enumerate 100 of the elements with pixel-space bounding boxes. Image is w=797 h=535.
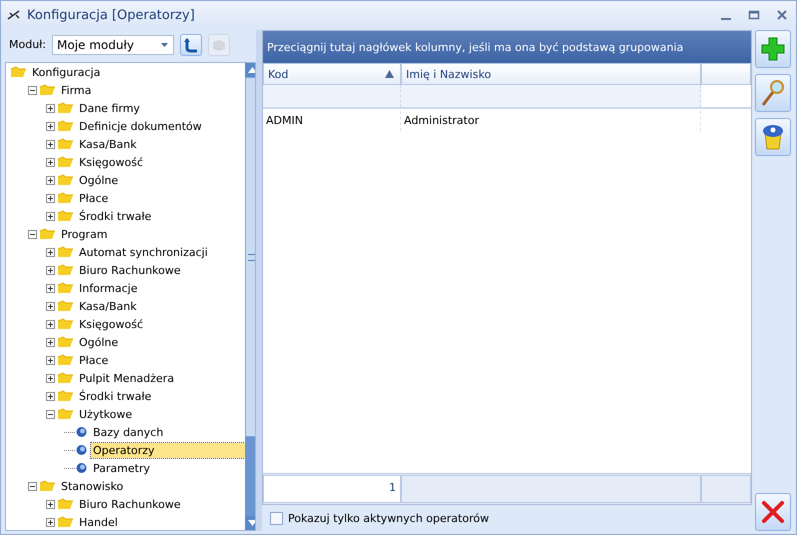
tree-item[interactable]: Środki trwałe <box>77 208 154 224</box>
cross-icon <box>761 500 786 524</box>
tree-item[interactable]: Pulpit Menadżera <box>77 370 176 386</box>
expander-icon[interactable] <box>46 410 55 418</box>
expander-icon[interactable] <box>46 302 55 310</box>
checkbox[interactable] <box>270 512 283 524</box>
table-cell: ADMIN <box>262 111 401 131</box>
dropdown-arrow-icon <box>161 43 168 47</box>
folder-icon <box>39 84 56 96</box>
table-cell: Administrator <box>400 111 701 131</box>
tree-item[interactable]: Program <box>59 226 110 242</box>
expander-icon[interactable] <box>28 482 37 490</box>
folder-icon <box>57 336 74 348</box>
folder-icon <box>57 516 74 528</box>
tree-item[interactable]: Handel <box>77 514 120 530</box>
search-button[interactable] <box>755 74 792 112</box>
folder-icon <box>57 138 74 150</box>
tree-item[interactable]: Płace <box>77 190 110 206</box>
filter-cell[interactable] <box>400 85 701 107</box>
tree-item[interactable]: Płace <box>77 352 110 368</box>
tree-item[interactable]: Księgowość <box>77 154 145 170</box>
tree-item[interactable]: Kasa/Bank <box>77 298 139 314</box>
folder-icon <box>57 156 74 168</box>
expander-icon[interactable] <box>46 500 55 508</box>
bin-icon <box>761 123 786 151</box>
expander-icon[interactable] <box>46 176 55 184</box>
folder-icon <box>57 264 74 276</box>
folder-icon <box>57 246 74 258</box>
maximize-icon[interactable] <box>748 9 760 21</box>
expander-icon[interactable] <box>28 230 37 238</box>
folder-icon <box>39 480 56 492</box>
folder-icon <box>57 192 74 204</box>
expander-icon[interactable] <box>46 158 55 166</box>
delete-button[interactable] <box>755 118 792 156</box>
tree-item[interactable]: Dane firmy <box>77 100 142 116</box>
expander-icon[interactable] <box>46 248 55 256</box>
expander-icon[interactable] <box>46 104 55 112</box>
expander-icon[interactable] <box>46 122 55 130</box>
expander-icon[interactable] <box>46 212 55 220</box>
tree-item[interactable]: Operatorzy <box>91 442 245 458</box>
folder-icon <box>57 102 74 114</box>
folder-icon <box>57 282 74 294</box>
tree-item[interactable]: Konfiguracja <box>30 64 102 80</box>
close-button[interactable] <box>755 493 792 531</box>
magnifier-icon <box>760 79 786 107</box>
folder-icon <box>57 210 74 222</box>
module-dropdown[interactable]: Moje moduły <box>52 35 174 55</box>
expander-icon[interactable] <box>46 320 55 328</box>
expander-icon[interactable] <box>28 86 37 94</box>
tree-item[interactable]: Stanowisko <box>59 478 126 494</box>
group-hint: Przeciągnij tutaj nagłówek kolumny, jeśli ma ona być podstawą grupowania <box>266 40 684 54</box>
folder-icon <box>57 354 74 366</box>
filter-cell[interactable] <box>262 85 401 107</box>
tools-icon <box>7 9 21 21</box>
expander-icon[interactable] <box>46 518 55 526</box>
tree-item[interactable]: Bazy danych <box>91 424 166 440</box>
folder-icon <box>10 66 27 78</box>
column-header[interactable]: Kod <box>262 63 401 85</box>
expander-icon[interactable] <box>46 338 55 346</box>
window-title: Konfiguracja [Operatorzy] <box>27 8 195 22</box>
tree-item[interactable]: Użytkowe <box>77 406 134 422</box>
column-header[interactable]: Imię i Nazwisko <box>400 63 701 85</box>
folder-icon <box>57 372 74 384</box>
record-count: 1 <box>262 475 401 503</box>
folder-icon <box>57 318 74 330</box>
sort-ascending-icon <box>384 70 394 78</box>
module-label: Moduł: <box>9 38 46 52</box>
folder-icon <box>57 120 74 132</box>
expander-icon[interactable] <box>46 284 55 292</box>
expander-icon[interactable] <box>46 374 55 382</box>
tree-item[interactable]: Informacje <box>77 280 140 296</box>
tree-item[interactable]: Firma <box>59 82 94 98</box>
tree-item[interactable]: Ogólne <box>77 172 120 188</box>
refresh-button[interactable] <box>180 34 202 56</box>
folder-icon <box>39 228 56 240</box>
tree-item[interactable]: Parametry <box>91 460 152 476</box>
tree-item[interactable]: Biuro Rachunkowe <box>77 262 183 278</box>
shape-icon <box>211 38 228 52</box>
add-button[interactable] <box>755 30 792 68</box>
checkbox-label: Pokazuj tylko aktywnych operatorów <box>288 512 489 524</box>
tree-item[interactable]: Kasa/Bank <box>77 136 139 152</box>
folder-icon <box>57 408 74 420</box>
tree-item[interactable]: Środki trwałe <box>77 388 154 404</box>
tree-item[interactable]: Biuro Rachunkowe <box>77 496 183 512</box>
folder-icon <box>57 300 74 312</box>
folder-icon <box>57 498 74 510</box>
expander-icon[interactable] <box>46 140 55 148</box>
folder-icon <box>57 390 74 402</box>
tree-item[interactable]: Księgowość <box>77 316 145 332</box>
expander-icon[interactable] <box>46 266 55 274</box>
tree-item[interactable]: Automat synchronizacji <box>77 244 210 260</box>
close-icon[interactable] <box>776 9 788 21</box>
expander-icon[interactable] <box>46 356 55 364</box>
expander-icon[interactable] <box>46 392 55 400</box>
folder-icon <box>57 174 74 186</box>
tree-item[interactable]: Ogólne <box>77 334 120 350</box>
tree-item[interactable]: Definicje dokumentów <box>77 118 204 134</box>
expander-icon[interactable] <box>46 194 55 202</box>
arrow-icon <box>183 37 200 53</box>
plus-icon <box>760 36 786 62</box>
